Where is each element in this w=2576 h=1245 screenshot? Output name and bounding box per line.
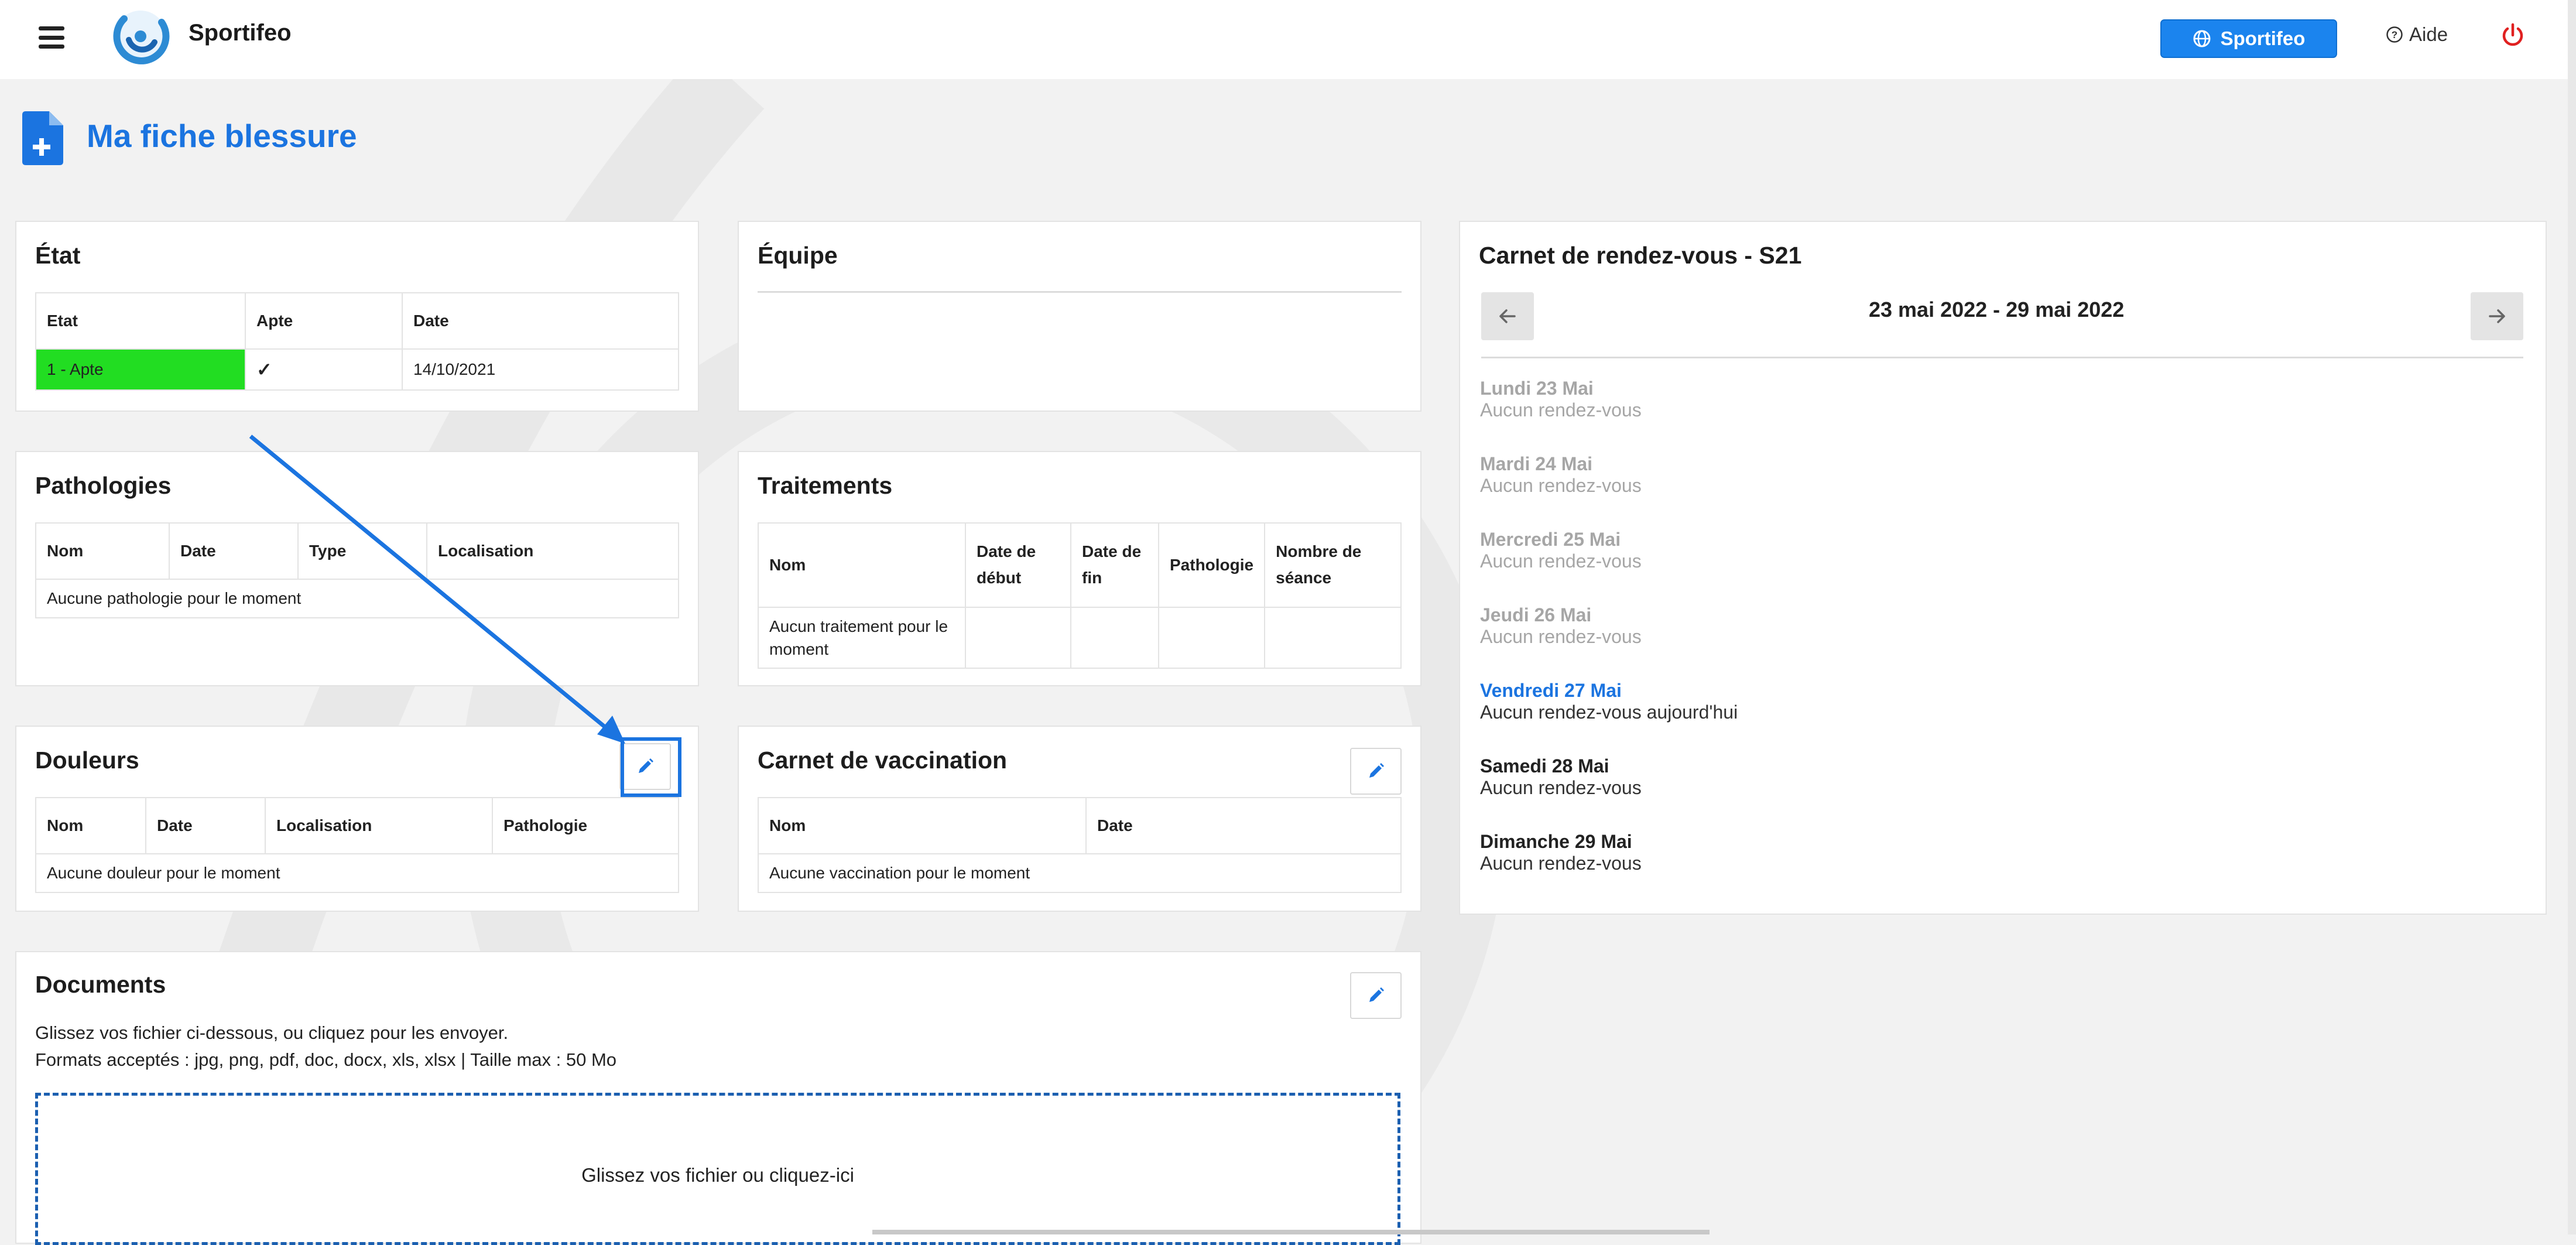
annotation-arrow xyxy=(249,435,625,744)
